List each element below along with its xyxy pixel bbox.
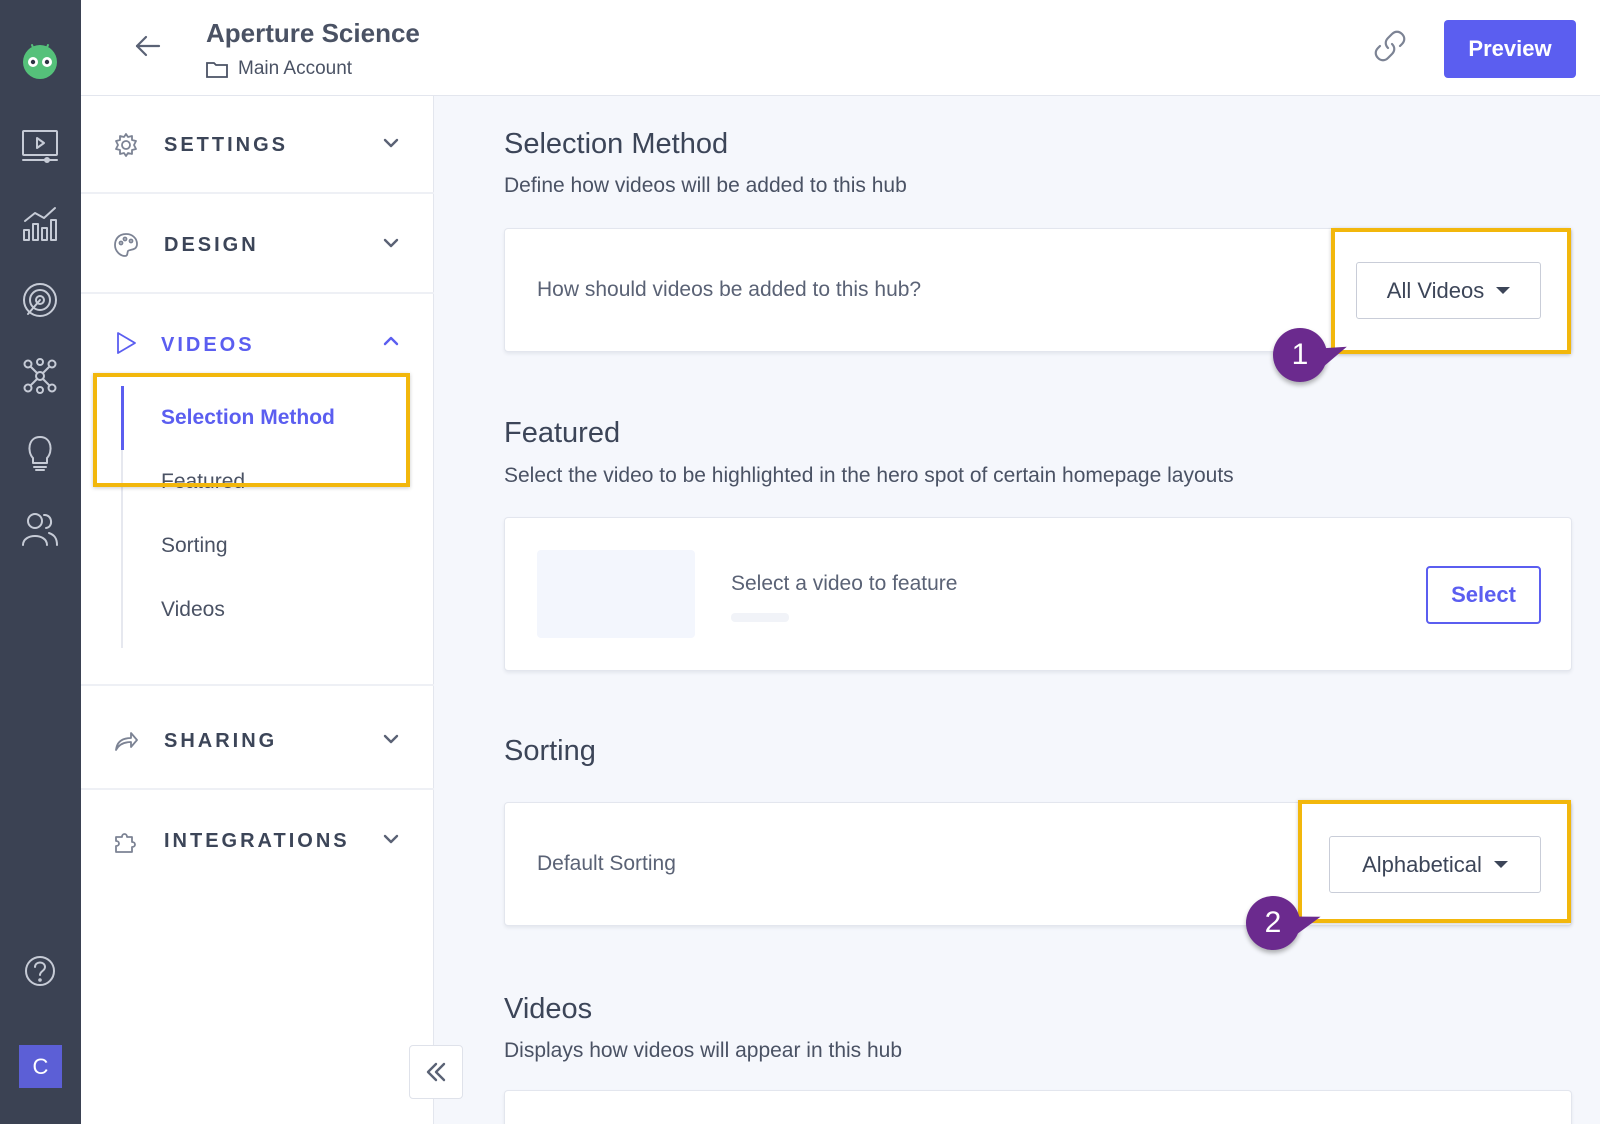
selection-method-heading: Selection Method bbox=[504, 128, 729, 160]
selection-method-description: Define how videos will be added to this … bbox=[504, 174, 907, 197]
callout-badge-1: 1 bbox=[1273, 328, 1327, 382]
highlight-box-selection-method-nav bbox=[93, 373, 410, 487]
placeholder-bar bbox=[731, 613, 789, 622]
subnav-item-sorting[interactable]: Sorting bbox=[161, 534, 228, 558]
account-name: Main Account bbox=[238, 58, 353, 79]
account-breadcrumb[interactable]: Main Account bbox=[206, 58, 352, 80]
preview-button[interactable]: Preview bbox=[1444, 20, 1576, 78]
sidebar-section-label: DESIGN bbox=[164, 234, 259, 256]
featured-heading: Featured bbox=[504, 417, 621, 449]
chevron-down-icon bbox=[381, 133, 401, 153]
hub-title: Aperture Science bbox=[206, 18, 420, 48]
sidebar-section-label: INTEGRATIONS bbox=[164, 830, 350, 852]
default-sorting-label: Default Sorting bbox=[537, 852, 676, 875]
collapse-sidebar-button[interactable] bbox=[409, 1045, 463, 1099]
sidebar-section-integrations[interactable]: INTEGRATIONS bbox=[81, 792, 434, 890]
chevron-down-icon bbox=[381, 729, 401, 749]
top-header: Aperture Science Main Account Preview bbox=[81, 0, 1600, 96]
chevron-down-icon bbox=[381, 233, 401, 253]
share-icon bbox=[113, 728, 139, 754]
sidebar-section-settings[interactable]: SETTINGS bbox=[81, 96, 434, 194]
sorting-heading: Sorting bbox=[504, 735, 596, 767]
videos-description: Displays how videos will appear in this … bbox=[504, 1039, 903, 1062]
app-icon-rail: C bbox=[0, 0, 81, 1124]
select-video-button[interactable]: Select bbox=[1426, 566, 1541, 624]
chevron-up-icon bbox=[381, 331, 401, 351]
folder-icon bbox=[206, 62, 228, 78]
double-chevron-left-icon bbox=[426, 1062, 446, 1082]
users-icon[interactable] bbox=[19, 508, 61, 550]
robot-logo-icon[interactable] bbox=[19, 39, 61, 81]
lightbulb-icon[interactable] bbox=[19, 431, 61, 473]
network-icon[interactable] bbox=[19, 355, 61, 397]
user-avatar[interactable]: C bbox=[19, 1045, 62, 1088]
featured-placeholder-text: Select a video to feature bbox=[731, 572, 958, 595]
gear-icon bbox=[113, 132, 139, 158]
sidebar-section-label: SETTINGS bbox=[164, 134, 289, 156]
palette-icon bbox=[113, 232, 139, 258]
back-arrow-icon[interactable] bbox=[133, 31, 163, 61]
help-icon[interactable] bbox=[19, 950, 61, 992]
sidebar-section-sharing[interactable]: SHARING bbox=[81, 692, 434, 790]
highlight-box-selection-dropdown bbox=[1331, 228, 1571, 354]
settings-sidebar: SETTINGS DESIGN VIDEOS Selection Method … bbox=[81, 96, 434, 1124]
featured-description: Select the video to be highlighted in th… bbox=[504, 464, 1234, 487]
callout-badge-2: 2 bbox=[1246, 896, 1300, 950]
target-icon[interactable] bbox=[19, 279, 61, 321]
puzzle-icon bbox=[113, 828, 139, 854]
sidebar-section-label: SHARING bbox=[164, 730, 278, 752]
highlight-box-sorting-dropdown bbox=[1298, 800, 1571, 923]
subnav-item-videos[interactable]: Videos bbox=[161, 598, 225, 622]
sidebar-section-design[interactable]: DESIGN bbox=[81, 196, 434, 294]
analytics-icon[interactable] bbox=[19, 203, 61, 245]
chevron-down-icon bbox=[381, 829, 401, 849]
videos-heading: Videos bbox=[504, 993, 593, 1025]
video-thumbnail-placeholder bbox=[537, 550, 695, 638]
selection-question-label: How should videos be added to this hub? bbox=[537, 278, 922, 301]
videos-card bbox=[504, 1090, 1572, 1124]
sidebar-section-label: VIDEOS bbox=[161, 334, 255, 356]
link-icon[interactable] bbox=[1373, 29, 1407, 63]
video-player-icon[interactable] bbox=[19, 125, 61, 167]
featured-card: Select a video to feature Select bbox=[504, 517, 1572, 671]
play-icon bbox=[113, 330, 139, 356]
